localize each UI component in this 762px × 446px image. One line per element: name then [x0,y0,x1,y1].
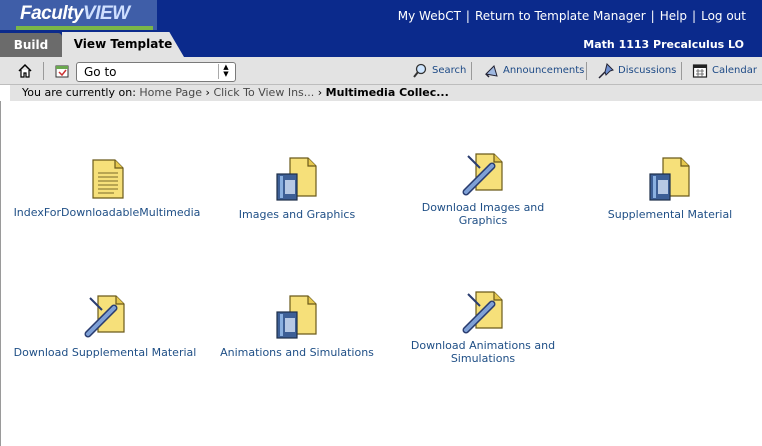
item-images-and-graphics[interactable]: Images and Graphics [224,156,370,221]
my-webct-link[interactable]: My WebCT [398,9,461,23]
breadcrumb: You are currently on: Home Page › Click … [10,85,762,101]
logo-text-faculty: Faculty [20,3,84,24]
toolbar: Go to ▲ ▼ Search Announcements Discussion… [0,57,762,85]
course-title: Math 1113 Precalculus LO [583,38,744,51]
download-folder-icon [84,295,125,338]
discussions-label: Discussions [618,65,677,76]
course-map-icon[interactable] [54,63,70,79]
document-icon [92,159,124,199]
facultyview-logo: FacultyVIEW [0,0,157,30]
item-label: Animations and Simulations [220,346,374,359]
pushpin-icon [598,63,614,79]
media-folder-icon [276,295,317,339]
search-label: Search [432,65,467,76]
header-bar: FacultyVIEW My WebCT | Return to Template … [0,0,762,57]
item-supplemental-material[interactable]: Supplemental Material [600,156,740,221]
discussions-button[interactable]: Discussions [598,62,678,80]
megaphone-icon [484,65,498,78]
search-button[interactable]: Search [412,62,467,80]
log-out-link[interactable]: Log out [701,9,746,23]
breadcrumb-current: Multimedia Collec... [325,86,449,99]
item-label: Images and Graphics [238,208,356,221]
item-download-supplemental-material[interactable]: Download Supplemental Material [6,294,204,359]
select-arrows-icon: ▲ ▼ [218,64,233,79]
calendar-icon [692,64,708,78]
breadcrumb-prefix: You are currently on: [22,86,136,99]
download-folder-icon [462,153,503,196]
logo-underline [16,26,153,30]
calendar-button[interactable]: Calendar [692,62,757,80]
item-download-images-and-graphics[interactable]: Download Images and Graphics [404,152,562,227]
breadcrumb-click-to-view[interactable]: Click To View Ins... [213,86,314,99]
item-index-for-downloadable-multimedia[interactable]: IndexForDownloadableMultimedia [6,158,208,219]
tab-build[interactable]: Build [0,33,62,57]
help-link[interactable]: Help [660,9,687,23]
item-animations-and-simulations[interactable]: Animations and Simulations [212,294,382,359]
item-label: Download Supplemental Material [13,346,197,359]
calendar-label: Calendar [712,65,757,76]
search-icon [413,63,427,78]
toolbar-divider [681,62,682,80]
download-folder-icon [462,291,503,334]
announcements-button[interactable]: Announcements [483,62,585,80]
media-folder-icon [649,157,690,201]
item-label: Supplemental Material [607,208,733,221]
goto-select[interactable]: Go to ▲ ▼ [76,62,236,82]
announcements-label: Announcements [503,65,585,76]
top-links: My WebCT | Return to Template Manager | Help… [397,9,746,23]
content-border [0,101,1,446]
item-label: Download Animations and Simulations [410,339,556,365]
toolbar-divider [471,62,472,80]
toolbar-divider [586,62,587,80]
return-to-template-manager-link[interactable]: Return to Template Manager [475,9,646,23]
goto-select-value: Go to [84,65,117,79]
tab-view-template[interactable]: View Template [62,32,184,57]
media-folder-icon [276,157,317,201]
logo-text-view: VIEW [83,3,130,24]
item-label: IndexForDownloadableMultimedia [13,206,201,219]
breadcrumb-home-page[interactable]: Home Page [139,86,202,99]
item-label: Download Images and Graphics [421,201,545,227]
item-download-animations-and-simulations[interactable]: Download Animations and Simulations [404,290,562,365]
home-icon[interactable] [17,63,33,79]
toolbar-divider [43,62,44,80]
